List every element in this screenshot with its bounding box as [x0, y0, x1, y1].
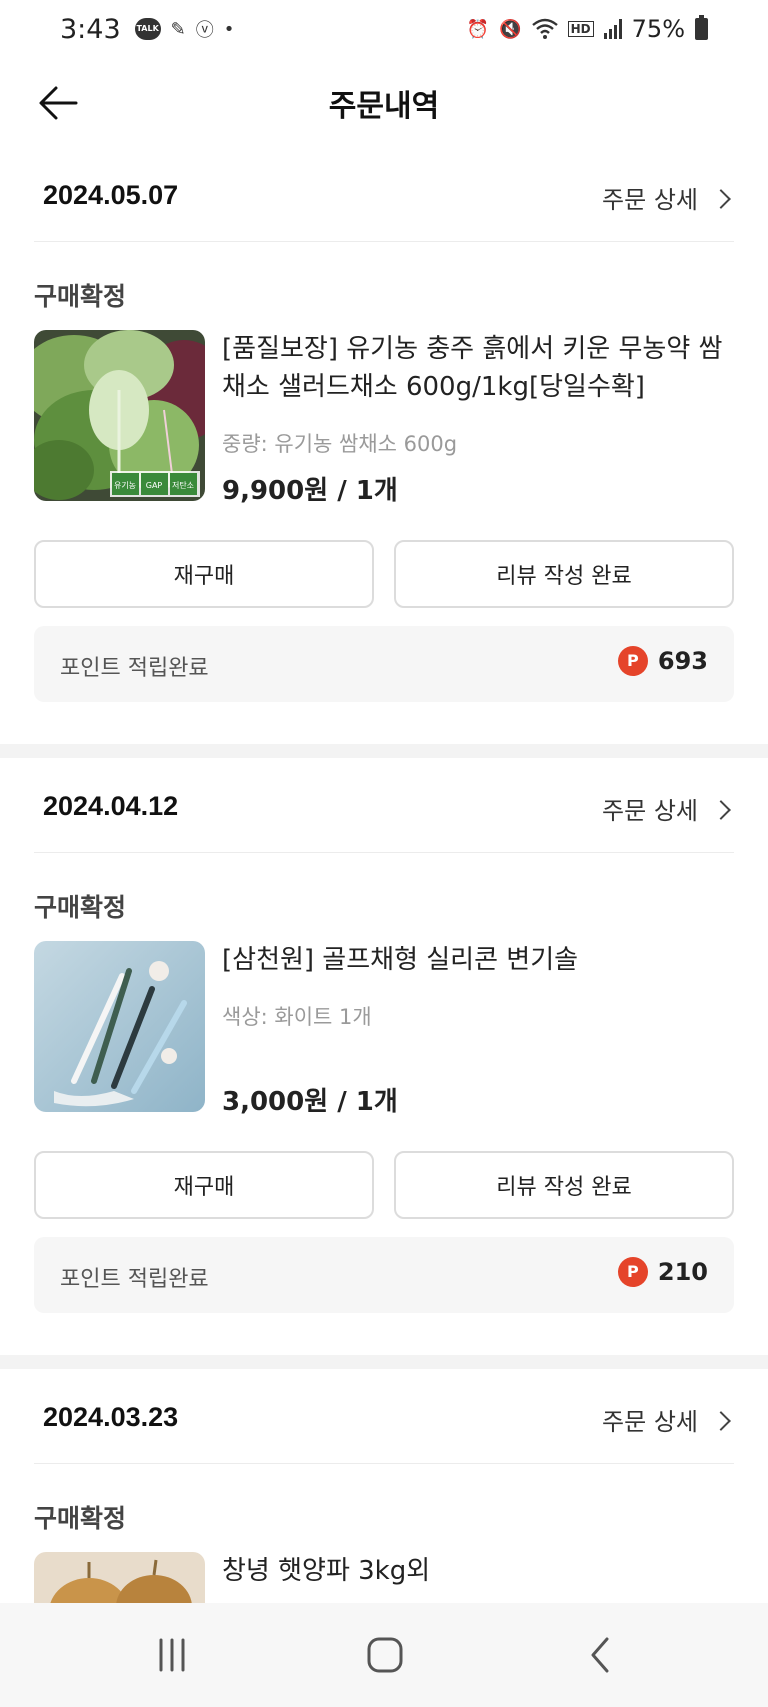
- product-option: 색상: 화이트 1개: [222, 1005, 372, 1029]
- product-name[interactable]: 창녕 햇양파 3kg외: [222, 1552, 732, 1590]
- more-notifications-dot-icon: •: [223, 18, 235, 40]
- order-status: 구매확정: [34, 282, 127, 311]
- talk-notification-icon: TALK: [134, 18, 161, 40]
- order-history-screen: 3:43 TALK ✎ ⓥ • ⏰ 🔇 HD 75% 주문내역 2024.05.…: [0, 0, 768, 1707]
- wifi-icon: [531, 18, 558, 39]
- order-detail-link[interactable]: 주문 상세: [602, 1402, 731, 1437]
- system-back-button[interactable]: [570, 1633, 630, 1677]
- points-value: 210: [657, 1258, 708, 1286]
- chevron-right-icon: [711, 799, 731, 820]
- app-notification-icon: ⓥ: [195, 20, 214, 41]
- status-right: ⏰ 🔇 HD 75%: [467, 15, 708, 43]
- order-detail-link[interactable]: 주문 상세: [602, 791, 731, 826]
- rebuy-button[interactable]: 재구매: [34, 1151, 374, 1219]
- points-value: 693: [657, 647, 708, 675]
- order-detail-link[interactable]: 주문 상세: [602, 180, 731, 215]
- recent-apps-icon: [159, 1638, 185, 1672]
- points-box: 포인트 적립완료 P 693: [34, 626, 734, 702]
- battery-icon: [695, 15, 708, 40]
- product-price: 3,000원 / 1개: [222, 1087, 398, 1117]
- back-button[interactable]: [34, 80, 84, 126]
- product-thumbnail[interactable]: 유기농 GAP 저탄소: [34, 330, 205, 501]
- page-title: 주문내역: [328, 89, 440, 124]
- order-card: 2024.04.12 주문 상세 구매확정 [삼천원] 골프채형 실리콘 변기솔…: [0, 763, 768, 1353]
- product-name[interactable]: [삼천원] 골프채형 실리콘 변기솔: [222, 941, 732, 979]
- order-date: 2024.04.12: [43, 791, 179, 821]
- order-status: 구매확정: [34, 893, 127, 922]
- order-card: 2024.05.07 주문 상세 구매확정 유기농 GAP 저탄소 [품질보장]…: [0, 152, 768, 744]
- section-divider: [0, 1355, 768, 1369]
- product-price: 9,900원 / 1개: [222, 476, 398, 506]
- salad-greens-image: 유기농 GAP 저탄소: [34, 330, 205, 501]
- battery-percent: 75%: [631, 15, 685, 43]
- order-detail-label: 주문 상세: [602, 1408, 698, 1436]
- status-time: 3:43: [60, 13, 121, 45]
- review-complete-button[interactable]: 리뷰 작성 완료: [394, 540, 734, 608]
- system-nav-bar: [0, 1603, 768, 1707]
- recent-apps-button[interactable]: [142, 1633, 202, 1677]
- alarm-icon: ⏰: [466, 18, 490, 40]
- order-detail-label: 주문 상세: [602, 186, 698, 214]
- order-card: 2024.03.23 주문 상세 구매확정 창녕 햇양파 3kg외: [0, 1374, 768, 1603]
- order-header: 2024.04.12 주문 상세: [34, 763, 734, 853]
- signal-icon: [603, 19, 622, 39]
- home-button[interactable]: [355, 1633, 415, 1677]
- chevron-right-icon: [711, 1410, 731, 1431]
- points-icon: P: [617, 646, 648, 676]
- order-date: 2024.05.07: [43, 180, 179, 210]
- arrow-left-icon: [39, 86, 78, 120]
- points-value-group: P 210: [617, 1257, 708, 1287]
- hd-voice-icon: HD: [567, 21, 594, 37]
- product-option: 중량: 유기농 쌈채소 600g: [222, 432, 458, 456]
- app-header: 주문내역: [0, 58, 768, 148]
- order-date: 2024.03.23: [43, 1402, 179, 1432]
- notification-icon: ✎: [170, 18, 186, 40]
- status-left: 3:43 TALK ✎ ⓥ •: [60, 14, 234, 45]
- order-detail-label: 주문 상세: [602, 797, 698, 825]
- thumb-badge-gap: GAP: [146, 481, 163, 490]
- review-complete-button[interactable]: 리뷰 작성 완료: [394, 1151, 734, 1219]
- product-thumbnail[interactable]: [34, 1552, 205, 1603]
- points-value-group: P 693: [617, 646, 708, 676]
- points-icon: P: [617, 1257, 648, 1287]
- toilet-brush-image: [34, 941, 205, 1112]
- home-icon: [367, 1637, 403, 1673]
- rebuy-button[interactable]: 재구매: [34, 540, 374, 608]
- points-label: 포인트 적립완료: [60, 1267, 209, 1292]
- onion-image: [34, 1552, 205, 1603]
- order-status: 구매확정: [34, 1504, 127, 1533]
- order-header: 2024.05.07 주문 상세: [34, 152, 734, 242]
- thumb-badge-organic: 유기농: [114, 481, 136, 490]
- section-divider: [0, 744, 768, 758]
- status-bar: 3:43 TALK ✎ ⓥ • ⏰ 🔇 HD 75%: [0, 0, 768, 58]
- product-thumbnail[interactable]: [34, 941, 205, 1112]
- thumb-badge-low-carbon: 저탄소: [172, 480, 194, 490]
- order-header: 2024.03.23 주문 상세: [34, 1374, 734, 1464]
- points-box: 포인트 적립완료 P 210: [34, 1237, 734, 1313]
- mute-icon: 🔇: [499, 18, 522, 40]
- product-name[interactable]: [품질보장] 유기농 충주 흙에서 키운 무농약 쌈채소 샐러드채소 600g/…: [222, 330, 732, 406]
- chevron-right-icon: [711, 188, 731, 209]
- chevron-left-icon: [591, 1637, 609, 1673]
- points-label: 포인트 적립완료: [60, 656, 209, 681]
